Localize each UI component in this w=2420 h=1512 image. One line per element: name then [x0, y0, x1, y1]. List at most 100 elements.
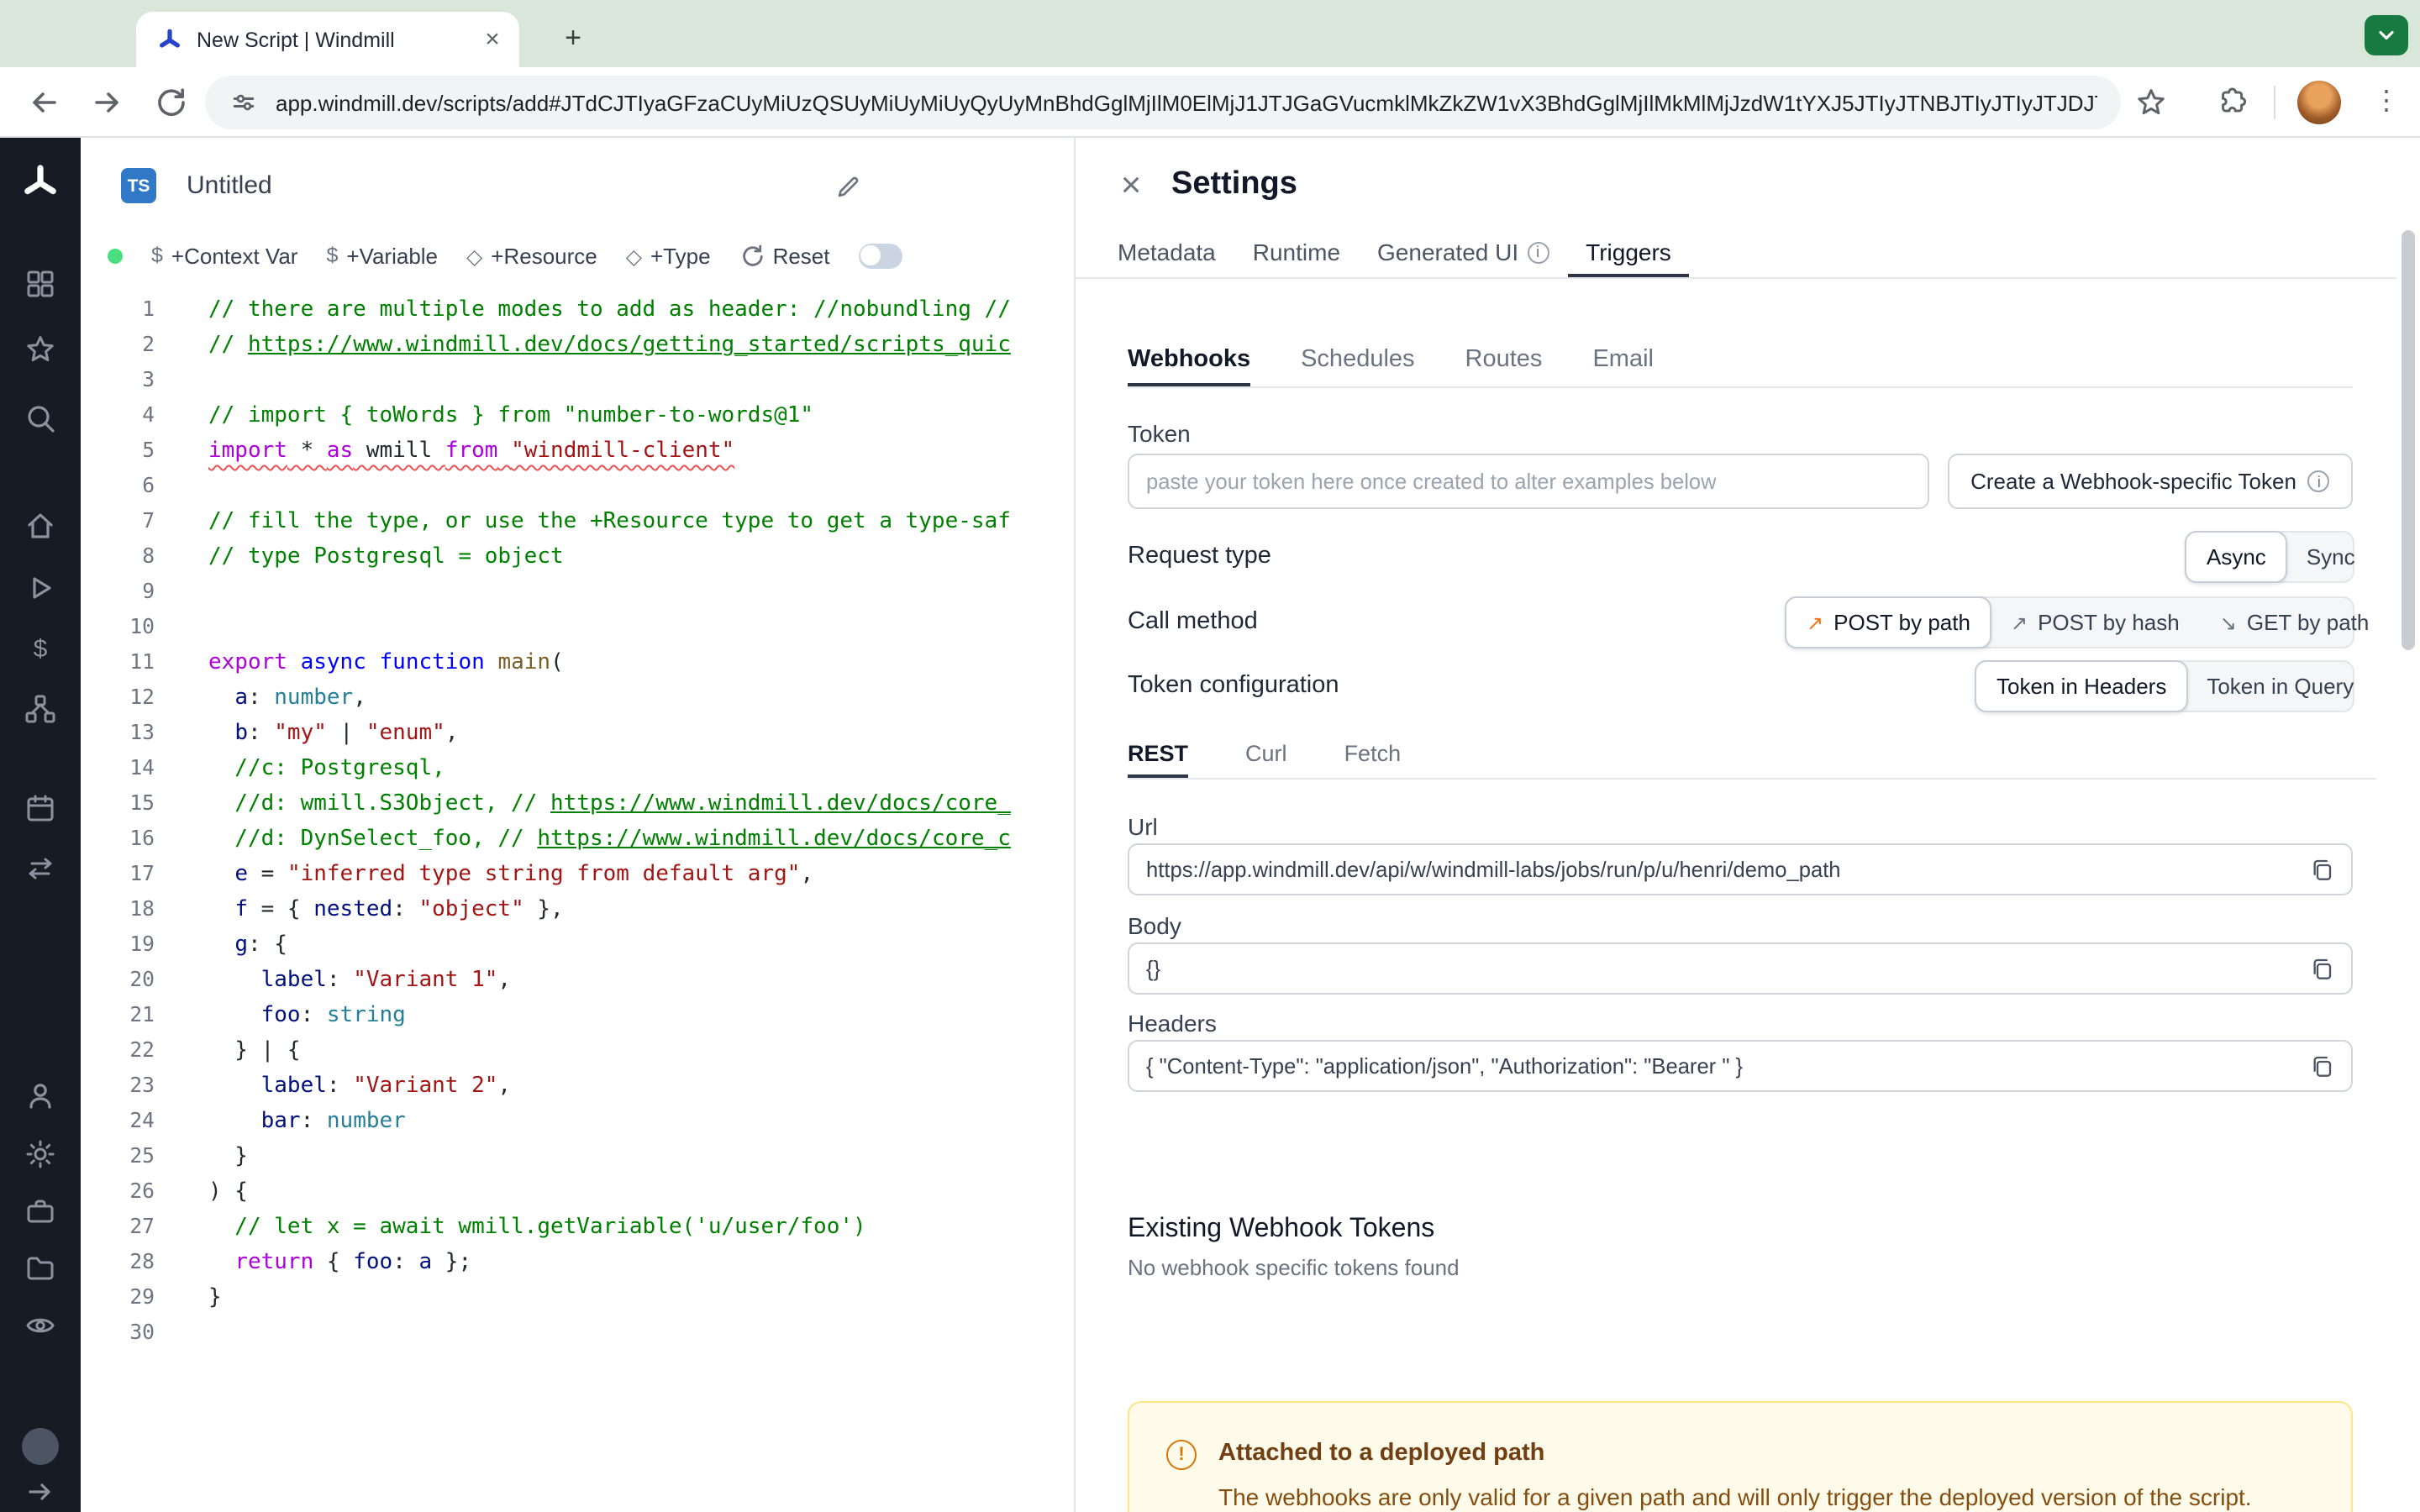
code-line[interactable]: 16 //d: DynSelect_foo, // https://www.wi…: [81, 822, 1074, 857]
panel-scrollbar[interactable]: [2402, 230, 2415, 650]
subtab-email[interactable]: Email: [1592, 333, 1654, 386]
browser-tab[interactable]: New Script | Windmill ×: [136, 12, 519, 67]
extensions-icon[interactable]: [2215, 86, 2249, 119]
reload-icon[interactable]: [155, 86, 188, 119]
home-icon[interactable]: [24, 509, 57, 543]
subtab-schedules[interactable]: Schedules: [1301, 333, 1414, 386]
code-line[interactable]: 9: [81, 575, 1074, 610]
audit-eye-icon[interactable]: [24, 1309, 57, 1342]
code-line[interactable]: 3: [81, 363, 1074, 398]
add-type-button[interactable]: ◇ +Type: [626, 243, 711, 268]
editor-toolbar: $ +Context Var $ +Variable ◇ +Resource ◇…: [108, 232, 902, 279]
close-icon[interactable]: ×: [1111, 166, 1151, 207]
code-line[interactable]: 15 //d: wmill.S3Object, // https://www.w…: [81, 786, 1074, 822]
runs-play-icon[interactable]: [24, 571, 57, 605]
flows-routes-icon[interactable]: [24, 852, 57, 885]
post-by-hash-option[interactable]: ↗ POST by hash: [1991, 598, 2200, 647]
code-line[interactable]: 24 bar: number: [81, 1104, 1074, 1139]
headers-field[interactable]: { "Content-Type": "application/json", "A…: [1128, 1040, 2353, 1092]
subtab-webhooks[interactable]: Webhooks: [1128, 333, 1250, 386]
url-text[interactable]: app.windmill.dev/scripts/add#JTdCJTIyaGF…: [276, 90, 2097, 115]
tab-curl[interactable]: Curl: [1245, 729, 1287, 778]
favorites-star-icon[interactable]: [24, 333, 57, 366]
script-title[interactable]: Untitled: [187, 171, 272, 200]
tab-triggers[interactable]: Triggers: [1567, 227, 1690, 277]
body-field[interactable]: {}: [1128, 942, 2353, 995]
code-line[interactable]: 6: [81, 469, 1074, 504]
sync-option[interactable]: Sync: [2286, 533, 2375, 581]
code-line[interactable]: 13 b: "my" | "enum",: [81, 716, 1074, 751]
tab-generated-ui[interactable]: Generated UI i: [1359, 227, 1567, 277]
code-line[interactable]: 20 label: "Variant 1",: [81, 963, 1074, 998]
code-line[interactable]: 27 // let x = await wmill.getVariable('u…: [81, 1210, 1074, 1245]
code-line[interactable]: 1// there are multiple modes to add as h…: [81, 292, 1074, 328]
token-input[interactable]: paste your token here once created to al…: [1128, 454, 1929, 509]
add-resource-button[interactable]: ◇ +Resource: [466, 243, 597, 268]
screen: New Script | Windmill × + app.windmill.d…: [0, 0, 2420, 1512]
post-by-path-option[interactable]: ↗ POST by path: [1785, 596, 1992, 648]
copy-icon[interactable]: [2309, 956, 2334, 981]
tab-runtime[interactable]: Runtime: [1234, 227, 1359, 277]
settings-gear-icon[interactable]: [24, 1137, 57, 1171]
code-area[interactable]: 1// there are multiple modes to add as h…: [81, 292, 1074, 1512]
profile-avatar[interactable]: [2297, 81, 2341, 124]
code-line[interactable]: 29}: [81, 1280, 1074, 1315]
add-variable-button[interactable]: $ +Variable: [326, 243, 438, 268]
browser-menu-icon[interactable]: ⋮: [2373, 84, 2400, 118]
workers-briefcase-icon[interactable]: [24, 1194, 57, 1228]
async-option[interactable]: Async: [2185, 531, 2288, 583]
create-webhook-token-button[interactable]: Create a Webhook-specific Token i: [1948, 454, 2353, 509]
get-by-path-option[interactable]: ↘ GET by path: [2200, 598, 2390, 647]
code-line[interactable]: 8// type Postgresql = object: [81, 539, 1074, 575]
folders-icon[interactable]: [24, 1252, 57, 1285]
code-line[interactable]: 10: [81, 610, 1074, 645]
windmill-logo-icon[interactable]: [18, 161, 62, 205]
tab-close-icon[interactable]: ×: [479, 25, 506, 54]
tab-metadata[interactable]: Metadata: [1099, 227, 1234, 277]
edit-pencil-icon[interactable]: [835, 173, 862, 200]
code-line[interactable]: 18 f = { nested: "object" },: [81, 892, 1074, 927]
code-line[interactable]: 12 a: number,: [81, 680, 1074, 716]
variables-dollar-icon[interactable]: $: [24, 632, 57, 665]
code-line[interactable]: 28 return { foo: a };: [81, 1245, 1074, 1280]
code-line[interactable]: 17 e = "inferred type string from defaul…: [81, 857, 1074, 892]
code-line[interactable]: 2// https://www.windmill.dev/docs/gettin…: [81, 328, 1074, 363]
window-menu-button[interactable]: [2365, 15, 2408, 55]
user-icon[interactable]: [24, 1079, 57, 1112]
tab-fetch[interactable]: Fetch: [1344, 729, 1402, 778]
code-line[interactable]: 19 g: {: [81, 927, 1074, 963]
url-field[interactable]: https://app.windmill.dev/api/w/windmill-…: [1128, 843, 2353, 895]
code-line[interactable]: 14 //c: Postgresql,: [81, 751, 1074, 786]
code-line[interactable]: 25 }: [81, 1139, 1074, 1174]
forward-icon[interactable]: [91, 86, 124, 119]
code-line[interactable]: 23 label: "Variant 2",: [81, 1068, 1074, 1104]
code-line[interactable]: 11 export async function main(: [81, 645, 1074, 680]
token-in-query-option[interactable]: Token in Query: [2186, 662, 2374, 711]
code-line[interactable]: 5 import * as wmill from "windmill-client…: [81, 433, 1074, 469]
tab-rest[interactable]: REST: [1128, 729, 1188, 778]
code-line[interactable]: 22 } | {: [81, 1033, 1074, 1068]
account-avatar[interactable]: [22, 1428, 59, 1465]
code-line[interactable]: 7// fill the type, or use the +Resource …: [81, 504, 1074, 539]
token-in-headers-option[interactable]: Token in Headers: [1975, 660, 2189, 712]
expand-sidebar-arrow-icon[interactable]: [24, 1475, 57, 1509]
back-icon[interactable]: [27, 86, 60, 119]
address-bar[interactable]: app.windmill.dev/scripts/add#JTdCJTIyaGF…: [205, 76, 2121, 129]
subtab-routes[interactable]: Routes: [1465, 333, 1543, 386]
resources-hub-icon[interactable]: [24, 692, 57, 726]
code-line[interactable]: 26) {: [81, 1174, 1074, 1210]
reset-button[interactable]: Reset: [739, 243, 830, 268]
code-line[interactable]: 4// import { toWords } from "number-to-w…: [81, 398, 1074, 433]
apps-icon[interactable]: [24, 267, 57, 301]
copy-icon[interactable]: [2309, 1053, 2334, 1079]
editor-toggle[interactable]: [858, 243, 902, 268]
tune-icon[interactable]: [229, 87, 259, 118]
add-context-var-button[interactable]: $ +Context Var: [151, 243, 297, 268]
code-line[interactable]: 30: [81, 1315, 1074, 1351]
bookmark-star-icon[interactable]: [2134, 86, 2168, 119]
code-line[interactable]: 21 foo: string: [81, 998, 1074, 1033]
schedules-calendar-icon[interactable]: [24, 791, 57, 825]
search-icon[interactable]: [24, 402, 57, 435]
copy-icon[interactable]: [2309, 857, 2334, 882]
new-tab-button[interactable]: +: [555, 20, 592, 57]
